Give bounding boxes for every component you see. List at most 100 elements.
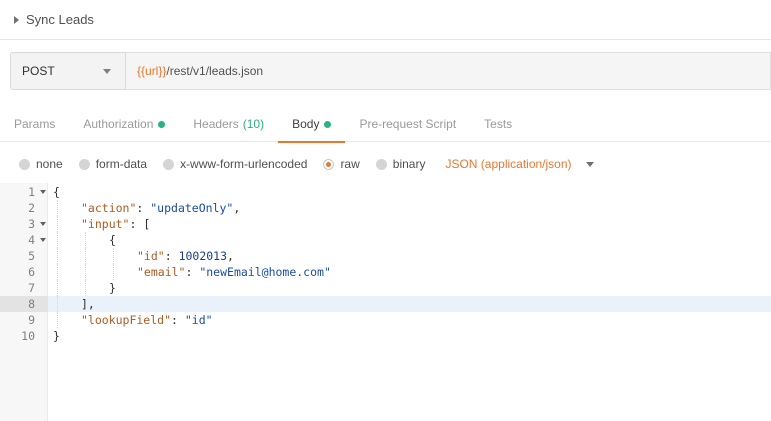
json-key: "action": [81, 201, 137, 215]
radio-icon[interactable]: [375, 158, 387, 170]
tab-label: Params: [14, 117, 56, 131]
caret-right-icon[interactable]: [14, 15, 19, 24]
chevron-down-icon: [585, 161, 594, 167]
code-content: }: [48, 329, 60, 343]
code-punctuation: ],: [81, 297, 95, 311]
fold-arrow-icon[interactable]: [40, 238, 46, 242]
code-line[interactable]: 3 "input": [: [0, 216, 771, 232]
tab-pre-request-script[interactable]: Pre-request Script: [345, 108, 470, 142]
format-label: JSON (application/json): [445, 157, 572, 171]
code-content: "lookupField": "id": [48, 313, 213, 327]
indent-guide: [113, 248, 114, 264]
indent-guide: [57, 200, 58, 216]
radio-label: binary: [392, 157, 426, 171]
body-type-raw[interactable]: raw: [323, 157, 360, 171]
json-key: "email": [137, 265, 186, 279]
code-content: {: [48, 233, 116, 247]
url-path: /rest/v1/leads.json: [166, 64, 264, 78]
radio-icon[interactable]: [78, 158, 90, 170]
line-number: 6: [28, 265, 35, 279]
indent-guide: [85, 232, 86, 248]
code-content: }: [48, 281, 116, 295]
request-title-bar[interactable]: Sync Leads: [0, 0, 771, 40]
radio-icon[interactable]: [163, 158, 175, 170]
json-key: "input": [81, 217, 130, 231]
tab-authorization[interactable]: Authorization: [69, 108, 179, 142]
url-input[interactable]: {{url}}/rest/v1/leads.json: [126, 52, 771, 90]
request-title: Sync Leads: [26, 12, 94, 27]
tab-headers[interactable]: Headers (10): [179, 108, 278, 142]
code-editor[interactable]: 1{2 "action": "updateOnly", 3 "input": [4{5…: [0, 183, 771, 421]
radio-icon[interactable]: [19, 158, 30, 170]
indent-guide: [85, 264, 86, 280]
line-number: 9: [28, 313, 35, 327]
tab-label: Body: [292, 117, 320, 131]
url-variable: {{url}}: [137, 64, 167, 78]
line-number: 10: [21, 329, 35, 343]
code-line[interactable]: 9 "lookupField": "id": [0, 312, 771, 328]
code-line[interactable]: 6 "email": "newEmail@home.com": [0, 264, 771, 280]
code-punctuation: ,: [227, 249, 234, 263]
code-punctuation: }: [109, 281, 116, 295]
json-string: "updateOnly": [150, 201, 234, 215]
status-dot-icon: [324, 121, 332, 128]
method-label: POST: [22, 64, 55, 78]
code-line[interactable]: 4{: [0, 232, 771, 248]
code-content: "input": [: [48, 217, 150, 231]
tab-tests[interactable]: Tests: [470, 108, 526, 142]
line-number: 4: [0, 232, 48, 248]
request-tabs: Params Authorization Headers (10) Body P…: [0, 108, 771, 143]
code-line[interactable]: 7}: [0, 280, 771, 296]
code-punctuation: :: [185, 265, 200, 279]
fold-arrow-icon[interactable]: [40, 190, 46, 194]
code-punctuation: {: [109, 233, 116, 247]
code-content: {: [48, 185, 60, 199]
json-string: "newEmail@home.com": [199, 265, 331, 279]
radio-label: form-data: [95, 157, 148, 171]
code-content: "id": 1002013,: [48, 249, 234, 263]
code-line[interactable]: 5 "id": 1002013,: [0, 248, 771, 264]
line-number: 7: [28, 281, 35, 295]
code-punctuation: :: [164, 249, 179, 263]
code-line[interactable]: 10}: [0, 328, 771, 344]
radio-label: raw: [340, 157, 360, 171]
body-type-binary[interactable]: binary: [375, 157, 426, 171]
code-content: ],: [48, 297, 95, 311]
tab-body[interactable]: Body: [278, 108, 346, 143]
tab-label: Tests: [484, 117, 513, 131]
method-select[interactable]: POST: [10, 52, 126, 90]
body-type-urlencoded[interactable]: x-www-form-urlencoded: [163, 157, 307, 171]
radio-checked-icon[interactable]: [323, 158, 335, 170]
chevron-down-icon: [103, 68, 111, 74]
fold-arrow-icon[interactable]: [40, 222, 46, 226]
tab-params[interactable]: Params: [0, 108, 69, 142]
raw-format-select[interactable]: JSON (application/json): [445, 157, 594, 171]
status-dot-icon: [158, 121, 166, 128]
code-punctuation: :: [129, 217, 144, 231]
json-key: "id": [137, 249, 165, 263]
code-punctuation: {: [53, 185, 60, 199]
code-line[interactable]: 2 "action": "updateOnly",: [0, 200, 771, 216]
indent-guide: [57, 264, 58, 280]
body-type-form-data[interactable]: form-data: [78, 157, 148, 171]
code-punctuation: }: [53, 329, 60, 343]
code-punctuation: [: [143, 217, 151, 231]
indent-guide: [113, 264, 114, 280]
code-line[interactable]: 1{: [0, 184, 771, 200]
json-number: 1002013: [178, 249, 228, 263]
line-number: 5: [28, 249, 35, 263]
indent-guide: [57, 296, 58, 312]
indent-guide: [57, 280, 58, 296]
line-number: 8: [0, 296, 48, 312]
json-key: "lookupField": [81, 313, 172, 327]
body-type-none[interactable]: none: [19, 157, 63, 171]
indent-guide: [85, 248, 86, 264]
tab-label: Headers: [193, 117, 239, 131]
headers-count-badge: (10): [242, 117, 265, 131]
radio-label: none: [36, 157, 63, 171]
tab-label: Authorization: [83, 117, 154, 131]
code-punctuation: :: [136, 201, 151, 215]
code-line[interactable]: 8],: [0, 296, 771, 312]
request-row: POST {{url}}/rest/v1/leads.json: [10, 52, 771, 90]
indent-guide: [57, 232, 58, 248]
